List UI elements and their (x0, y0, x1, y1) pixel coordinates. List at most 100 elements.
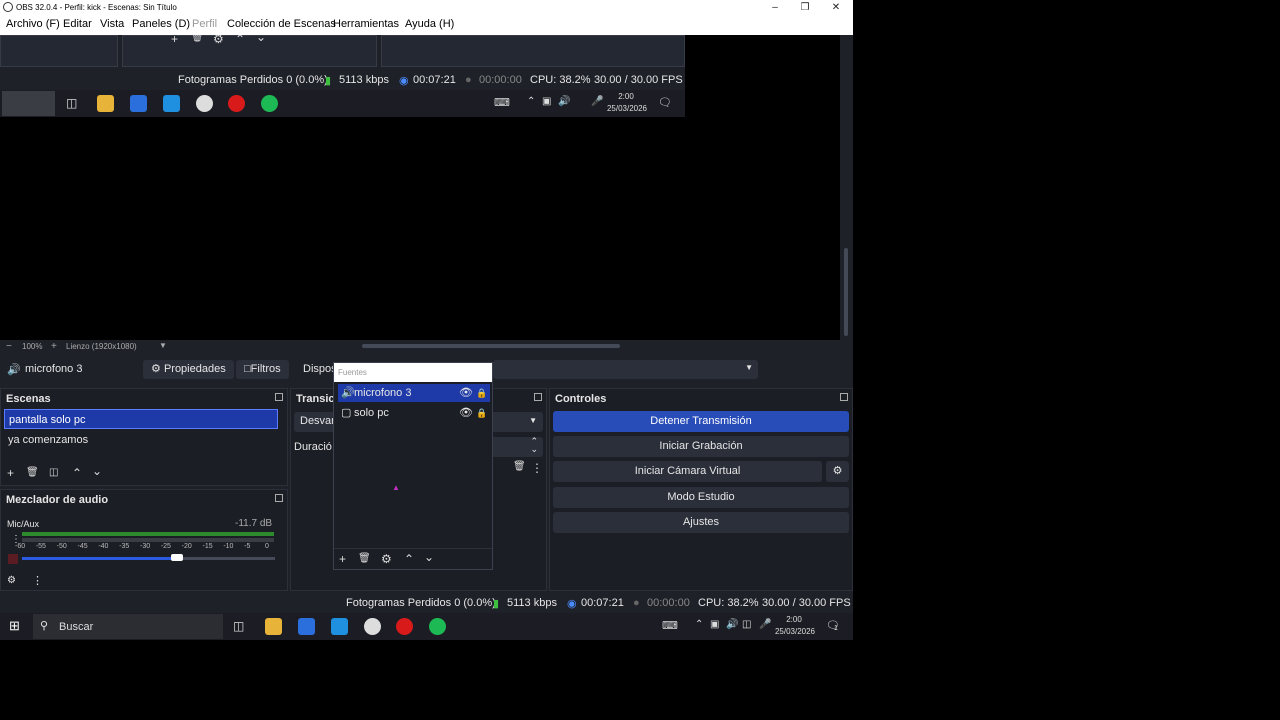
start-recording-button[interactable]: Iniciar Grabación (553, 436, 849, 457)
volume-icon[interactable]: 🔊 (726, 619, 738, 630)
keyboard-icon[interactable]: ⌨ (662, 619, 678, 632)
status-bar: Fotogramas Perdidos 0 (0.0%) ▮ 5113 kbps… (0, 594, 853, 613)
rec-time: 00:00:00 (647, 597, 690, 609)
properties-button[interactable]: ⚙ Propiedades (143, 360, 234, 379)
clock-date[interactable]: 25/03/2026 (771, 627, 819, 636)
settings-button[interactable]: Ajustes (553, 512, 849, 533)
maximize-button[interactable]: ❐ (790, 0, 820, 15)
mute-icon[interactable] (8, 554, 18, 564)
zoom-in-button[interactable]: + (51, 341, 57, 352)
lock-icon[interactable]: 🔒 (476, 384, 487, 402)
remove-scene-button[interactable]: 🗑 (26, 467, 39, 478)
filters-button[interactable]: □Filtros (236, 360, 289, 379)
visibility-eye-icon[interactable]: 👁 (459, 404, 473, 422)
cpu-usage: CPU: 38.2% (698, 597, 759, 609)
sources-header[interactable]: Fuentes (334, 363, 492, 382)
file-explorer-icon[interactable] (265, 618, 282, 635)
meter-scale-label: -5 (244, 543, 251, 550)
source-properties-button[interactable]: ⚙ (381, 552, 392, 566)
remove-transition-button[interactable]: 🗑 (513, 461, 526, 472)
captured-clock-time: 2:00 (618, 92, 634, 101)
remove-source-button[interactable]: 🗑 (358, 553, 371, 564)
menu-archivo[interactable]: Archivo (F) (6, 18, 60, 30)
volume-slider-handle[interactable] (171, 554, 183, 561)
move-up-button[interactable]: ⌃ (72, 466, 82, 480)
close-button[interactable]: ✕ (821, 0, 851, 15)
studio-mode-button[interactable]: Modo Estudio (553, 487, 849, 508)
captured-dropped-frames: Fotogramas Perdidos 0 (0.0%) (178, 74, 328, 86)
lock-icon[interactable]: 🔒 (476, 404, 487, 422)
bitrate: 5113 kbps (507, 597, 557, 609)
windows-taskbar: ⊞ ⚲ Buscar ◫ ⌨ ⌃ ▣ 🔊 ◫ 🎤 2:00 25/03/2026… (0, 613, 853, 640)
scene-item[interactable]: ya comenzamos (4, 430, 278, 450)
vertical-scroll-thumb[interactable] (844, 248, 848, 336)
captured-live-time: 00:07:21 (413, 74, 456, 86)
volume-slider-fill[interactable] (22, 557, 175, 560)
add-source-button[interactable]: + (339, 552, 346, 566)
monitor-icon: ▢ (341, 407, 352, 419)
horizontal-scroll-thumb[interactable] (362, 344, 620, 348)
zoom-dropdown-icon[interactable]: ▼ (159, 341, 167, 350)
undock-icon[interactable] (275, 393, 283, 401)
meter-scale-label: -50 (56, 543, 67, 550)
transition-menu-icon[interactable]: ⋮ (531, 461, 543, 475)
obs-app-icon[interactable] (364, 618, 381, 635)
chevron-down-icon[interactable]: ⌄ (530, 444, 538, 455)
signal-icon: ▮ (493, 598, 500, 610)
move-down-button[interactable]: ⌄ (92, 464, 102, 478)
captured-fps: 30.00 / 30.00 FPS (594, 74, 683, 86)
microphone-icon[interactable]: 🎤 (759, 619, 771, 630)
virtual-camera-settings-button[interactable]: ⚙ (826, 461, 849, 482)
chevron-down-icon: ▼ (745, 363, 753, 372)
move-source-up-button[interactable]: ⌃ (404, 552, 414, 566)
network-icon[interactable]: ▣ (710, 619, 719, 630)
device-select[interactable]: ▼ (493, 360, 758, 379)
menu-paneles[interactable]: Paneles (D) (132, 18, 190, 30)
task-view-icon[interactable]: ◫ (233, 619, 244, 633)
filter-icon[interactable]: ◫ (49, 467, 58, 478)
add-scene-button[interactable]: + (7, 466, 14, 480)
undock-icon[interactable] (275, 494, 283, 502)
taskbar-search-box[interactable]: ⚲ Buscar (33, 614, 223, 639)
windows-start-icon[interactable]: ⊞ (9, 618, 20, 634)
duration-spinbox[interactable]: ⌃ ⌄ (491, 436, 543, 457)
visibility-eye-icon[interactable]: 👁 (459, 384, 473, 402)
live-icon: ◉ (567, 598, 577, 610)
start-virtual-camera-button[interactable]: Iniciar Cámara Virtual (553, 461, 822, 482)
captured-cpu: CPU: 38.2% (530, 74, 591, 86)
spotify-icon[interactable] (429, 618, 446, 635)
menu-editar[interactable]: Editar (63, 18, 92, 30)
source-item-solo-pc[interactable]: ▢ solo pc 👁 🔒 (338, 404, 490, 422)
outlook-icon[interactable] (331, 618, 348, 635)
menu-herramientas[interactable]: Herramientas (333, 18, 399, 30)
chevron-down-icon: ⌄ (256, 35, 267, 44)
battery-icon[interactable]: ◫ (742, 619, 751, 630)
clock-time[interactable]: 2:00 (774, 615, 814, 624)
minimize-button[interactable]: – (760, 0, 790, 15)
store-icon[interactable] (298, 618, 315, 635)
transitions-title: Transic (296, 393, 335, 405)
captured-search-box (2, 91, 55, 116)
undock-icon[interactable] (534, 393, 542, 401)
search-icon: ⚲ (40, 620, 49, 632)
scene-item[interactable]: pantalla solo pc (4, 409, 278, 429)
live-icon: ◉ (399, 75, 409, 87)
meter-scale-label: -10 (223, 543, 234, 550)
undock-icon[interactable] (840, 393, 848, 401)
zoom-out-button[interactable]: − (6, 341, 12, 352)
scenes-title: Escenas (6, 393, 51, 405)
mixer-settings-icon[interactable]: ⚙ (7, 575, 16, 586)
menu-ayuda[interactable]: Ayuda (H) (405, 18, 454, 30)
mixer-menu-icon[interactable]: ⋮ (32, 574, 43, 587)
stop-stream-button[interactable]: Detener Transmisión (553, 411, 849, 432)
trash-icon: 🗑 (191, 35, 204, 43)
captured-taskbar: ◫ ⌨ ⌃ ▣ 🔊 🎤 2:00 25/03/2026 🗨 (0, 90, 685, 117)
menu-perfil[interactable]: Perfil (192, 18, 217, 30)
menu-vista[interactable]: Vista (100, 18, 124, 30)
opera-icon[interactable] (396, 618, 413, 635)
chevron-up-icon[interactable]: ⌃ (695, 619, 703, 630)
menu-coleccion-escenas[interactable]: Colección de Escenas (227, 18, 336, 30)
source-item-microfono[interactable]: 🔊 microfono 3 👁 🔒 (338, 384, 490, 402)
volume-slider-track[interactable] (175, 557, 275, 560)
move-source-down-button[interactable]: ⌄ (424, 550, 434, 564)
